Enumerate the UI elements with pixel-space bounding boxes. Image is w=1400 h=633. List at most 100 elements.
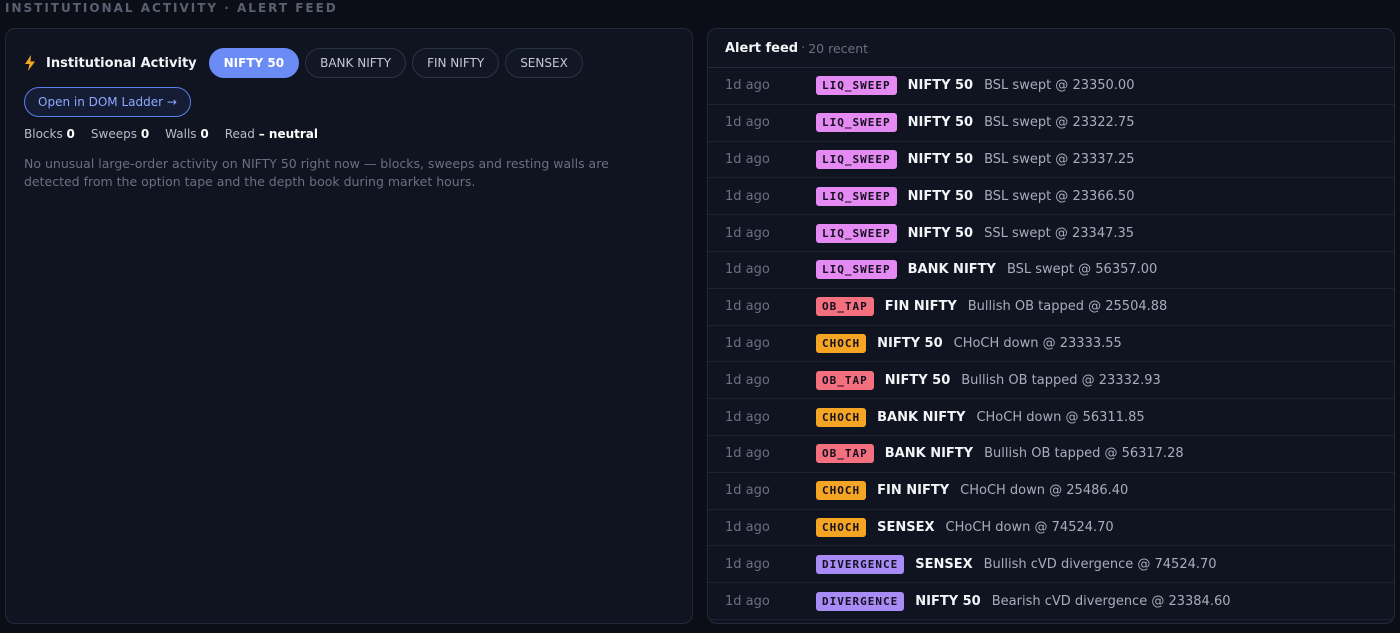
activity-header: Institutional Activity NIFTY 50 BANK NIF… xyxy=(24,48,583,78)
alert-time: 1d ago xyxy=(725,409,770,425)
activity-stats: Blocks 0 Sweeps 0 Walls 0 Read – neutral xyxy=(24,127,318,141)
stat-sweeps-value: 0 xyxy=(140,127,150,141)
table-row[interactable]: 1d ago DIVERGENCE NIFTY 50 Bearish cVD dive… xyxy=(708,583,1394,620)
alert-feed-title: Alert feed xyxy=(725,40,799,56)
alert-message: Bullish OB tapped @ 23332.93 xyxy=(961,372,1161,388)
alert-time: 1d ago xyxy=(725,519,770,535)
alert-type-badge: OB_TAP xyxy=(816,444,874,464)
section-label: INSTITUTIONAL ACTIVITY · ALERT FEED xyxy=(5,1,338,15)
alert-time: 1d ago xyxy=(725,78,770,94)
alert-time: 1d ago xyxy=(725,115,770,131)
alert-time: 1d ago xyxy=(725,188,770,204)
tab-nifty-50[interactable]: NIFTY 50 xyxy=(208,48,300,78)
alert-symbol: FIN NIFTY xyxy=(877,483,950,499)
alert-time: 1d ago xyxy=(725,151,770,167)
table-row[interactable]: 1d ago OB_TAP BANK NIFTY Bullish OB tapped … xyxy=(708,436,1394,473)
alert-time: 1d ago xyxy=(725,225,770,241)
alert-type-badge: DIVERGENCE xyxy=(816,591,905,611)
alert-message: CHoCH down @ 74524.70 xyxy=(945,519,1114,535)
alert-type-badge: CHOCH xyxy=(816,333,867,353)
tab-fin-nifty[interactable]: FIN NIFTY xyxy=(412,48,500,78)
table-row[interactable]: 1d ago LIQ_SWEEP NIFTY 50 BSL swept @ 23350… xyxy=(708,68,1394,105)
alert-message: Bearish cVD divergence @ 23384.60 xyxy=(991,593,1231,609)
table-row[interactable]: 1d ago CHOCH NIFTY 50 CHoCH down @ 23333.55 xyxy=(708,326,1394,363)
table-row[interactable]: 1d ago LIQ_SWEEP NIFTY 50 SSL swept @ 23347… xyxy=(708,215,1394,252)
lightning-bolt-icon xyxy=(24,54,38,72)
alert-type-badge: CHOCH xyxy=(816,517,867,537)
alert-time: 1d ago xyxy=(725,262,770,278)
alert-message: BSL swept @ 23322.75 xyxy=(984,115,1135,131)
alert-symbol: NIFTY 50 xyxy=(915,593,981,609)
alert-type-badge: OB_TAP xyxy=(816,370,874,390)
open-dom-ladder-button[interactable]: Open in DOM Ladder → xyxy=(24,87,191,117)
alert-time: 1d ago xyxy=(725,556,770,572)
tab-sensex[interactable]: SENSEX xyxy=(505,48,583,78)
alert-type-badge: CHOCH xyxy=(816,481,867,501)
table-row[interactable]: 1d ago DIVERGENCE SENSEX Bullish cVD diverg… xyxy=(708,546,1394,584)
alert-time: 1d ago xyxy=(725,335,770,351)
alert-feed-header: Alert feed · 20 recent xyxy=(708,29,1394,68)
table-row[interactable]: 1d ago LIQ_SWEEP NIFTY 50 BSL swept @ 23337… xyxy=(708,142,1394,179)
alert-type-badge: LIQ_SWEEP xyxy=(816,223,897,243)
alert-time: 1d ago xyxy=(725,483,770,499)
stat-walls: Walls 0 xyxy=(165,127,209,141)
table-row[interactable]: 1d ago OB_TAP FIN NIFTY Bullish OB tapped @… xyxy=(708,289,1394,326)
table-row[interactable]: 1d ago OB_TAP NIFTY 50 Bullish OB tapped @ … xyxy=(708,362,1394,400)
alert-type-badge: LIQ_SWEEP xyxy=(816,260,897,280)
alert-type-badge: CHOCH xyxy=(816,407,867,427)
alert-time: 1d ago xyxy=(725,299,770,315)
institutional-activity-panel: Institutional Activity NIFTY 50 BANK NIF… xyxy=(5,28,693,624)
alert-symbol: NIFTY 50 xyxy=(907,115,974,131)
alert-message: CHoCH down @ 25486.40 xyxy=(960,483,1129,499)
stat-blocks-value: 0 xyxy=(66,127,75,141)
stat-sweeps-label: Sweeps xyxy=(90,127,137,141)
alert-type-badge: OB_TAP xyxy=(816,297,874,317)
alert-type-badge: LIQ_SWEEP xyxy=(816,113,897,133)
alert-feed-panel: Alert feed · 20 recent 1d ago LIQ_SWEEP NI… xyxy=(707,28,1395,624)
alert-symbol: NIFTY 50 xyxy=(877,335,943,351)
table-row[interactable]: 1d ago LIQ_SWEEP NIFTY 50 BSL swept @ 23366… xyxy=(708,178,1394,216)
alert-type-badge: DIVERGENCE xyxy=(816,554,905,574)
stat-blocks: Blocks 0 xyxy=(24,127,75,141)
stat-walls-label: Walls xyxy=(165,127,197,141)
alert-symbol: NIFTY 50 xyxy=(907,225,974,241)
stat-blocks-label: Blocks xyxy=(24,127,63,141)
table-row[interactable]: 1d ago LIQ_SWEEP BANK NIFTY BSL swept @ 563… xyxy=(708,252,1394,289)
empty-state-message: No unusual large-order activity on NIFTY… xyxy=(24,156,609,189)
alert-message: Bullish cVD divergence @ 74524.70 xyxy=(983,556,1217,572)
alert-symbol: BANK NIFTY xyxy=(907,262,996,278)
alert-symbol: BANK NIFTY xyxy=(877,409,966,425)
alert-symbol: NIFTY 50 xyxy=(907,188,974,204)
alert-symbol: SENSEX xyxy=(915,556,973,572)
alert-symbol: NIFTY 50 xyxy=(884,372,951,388)
alert-message: BSL swept @ 23366.50 xyxy=(984,188,1135,204)
stat-walls-value: 0 xyxy=(200,127,209,141)
activity-title: Institutional Activity xyxy=(46,55,197,71)
alert-time: 1d ago xyxy=(725,593,770,609)
alert-message: BSL swept @ 23337.25 xyxy=(984,151,1135,167)
alert-message: Bullish OB tapped @ 25504.88 xyxy=(967,299,1168,315)
alert-feed-count: 20 recent xyxy=(808,40,869,56)
table-row[interactable]: 1d ago LIQ_SWEEP NIFTY 50 BSL swept @ 23322… xyxy=(708,105,1394,142)
alert-time: 1d ago xyxy=(725,446,770,462)
alert-type-badge: LIQ_SWEEP xyxy=(816,76,897,96)
alert-message: CHoCH down @ 56311.85 xyxy=(976,409,1145,425)
alert-feed-list: 1d ago LIQ_SWEEP NIFTY 50 BSL swept @ 23350… xyxy=(708,68,1394,620)
stat-sweeps: Sweeps 0 xyxy=(91,127,149,141)
table-row[interactable]: 1d ago CHOCH BANK NIFTY CHoCH down @ 56311.… xyxy=(708,399,1394,436)
table-row[interactable]: 1d ago CHOCH SENSEX CHoCH down @ 74524.70 xyxy=(708,510,1394,547)
alert-message: BSL swept @ 56357.00 xyxy=(1006,262,1158,278)
alert-symbol: FIN NIFTY xyxy=(884,299,957,315)
alert-symbol: NIFTY 50 xyxy=(907,78,974,94)
tab-bank-nifty[interactable]: BANK NIFTY xyxy=(305,48,407,78)
stat-read: Read – neutral xyxy=(225,127,318,141)
alert-message: BSL swept @ 23350.00 xyxy=(984,78,1135,94)
index-tabs: NIFTY 50 BANK NIFTY FIN NIFTY SENSEX xyxy=(208,48,583,78)
alert-type-badge: LIQ_SWEEP xyxy=(816,149,897,169)
alert-type-badge: LIQ_SWEEP xyxy=(816,186,897,206)
alert-message: CHoCH down @ 23333.55 xyxy=(953,335,1122,351)
alert-time: 1d ago xyxy=(725,372,770,388)
stat-read-label: Read xyxy=(224,127,255,141)
alert-symbol: SENSEX xyxy=(877,519,935,535)
table-row[interactable]: 1d ago CHOCH FIN NIFTY CHoCH down @ 25486.4… xyxy=(708,473,1394,510)
